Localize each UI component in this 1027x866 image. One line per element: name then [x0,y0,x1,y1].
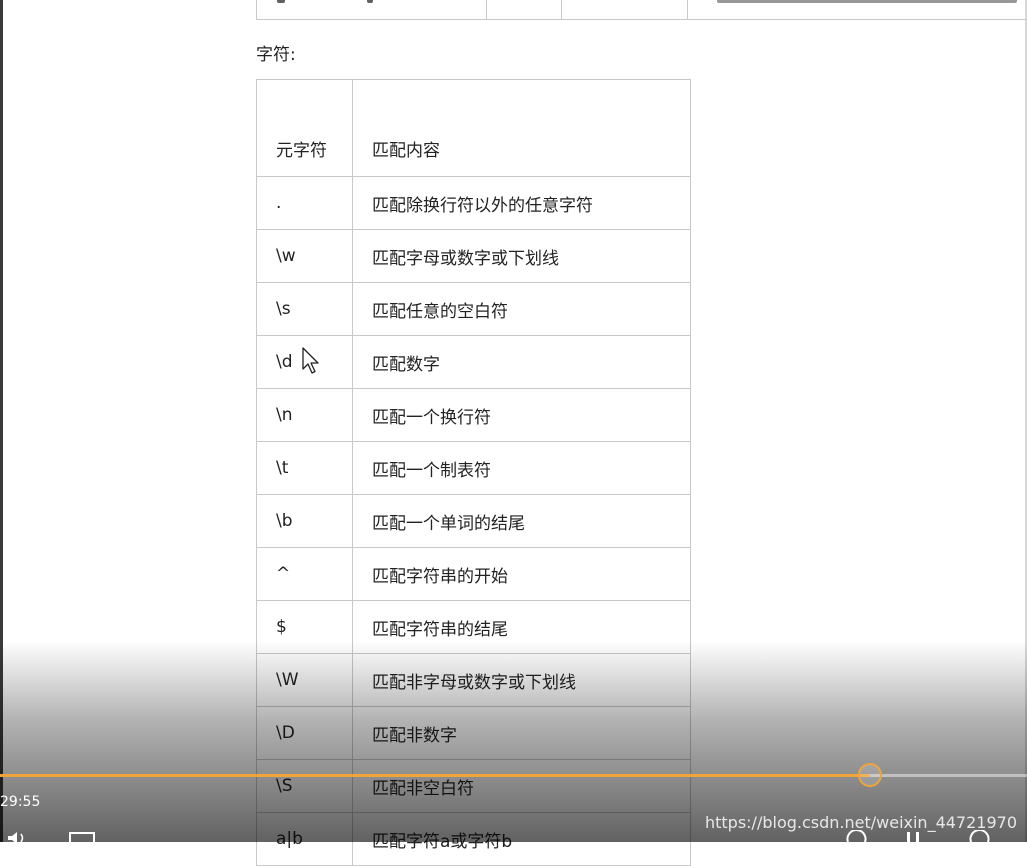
match-content-cell: 匹配数字 [352,335,691,389]
forward-icon[interactable] [966,829,994,850]
table-row: \w 匹配字母或数字或下划线 [256,229,691,283]
table-row: \b 匹配一个单词的结尾 [256,494,691,548]
table-row: \S 匹配非空白符 [256,759,691,813]
window-left-edge [0,0,3,842]
progress-fill [0,774,870,777]
cut-text-fragment [367,0,373,3]
cut-text-fragment [717,0,1017,3]
metachar-cell: \n [256,388,353,442]
metacharacter-table: 元字符 匹配内容 . 匹配除换行符以外的任意字符 \w 匹配字母或数字或下划线 \s 匹配… [256,79,691,866]
section-heading: 字符: [256,45,296,65]
table-row: a|b 匹配字符a或字符b [256,812,691,866]
header-match-content: 匹配内容 [352,79,691,177]
table-row: ^ 匹配字符串的开始 [256,547,691,601]
match-content-cell: 匹配一个换行符 [352,388,691,442]
match-content-cell: 匹配字母或数字或下划线 [352,229,691,283]
mouse-cursor-icon [302,347,319,374]
match-content-cell: 匹配除换行符以外的任意字符 [352,176,691,230]
volume-icon[interactable] [6,830,32,850]
metachar-cell: \W [256,653,353,707]
current-time: 29:55 [0,794,41,810]
metachar-cell: $ [256,600,353,654]
metachar-cell: \t [256,441,353,495]
table-divider [687,0,688,19]
table-row: $ 匹配字符串的结尾 [256,600,691,654]
progress-handle[interactable] [858,763,882,787]
metachar-cell: ^ [256,547,353,601]
match-content-cell: 匹配非数字 [352,706,691,760]
metachar-cell: \S [256,759,353,813]
match-content-cell: 匹配一个单词的结尾 [352,494,691,548]
match-content-cell: 匹配字符串的开始 [352,547,691,601]
metachar-cell: \b [256,494,353,548]
table-row: \n 匹配一个换行符 [256,388,691,442]
metachar-cell: \s [256,282,353,336]
table-row: \W 匹配非字母或数字或下划线 [256,653,691,707]
metachar-cell: \w [256,229,353,283]
metachar-cell: a|b [256,812,353,866]
match-content-cell: 匹配任意的空白符 [352,282,691,336]
table-row: \t 匹配一个制表符 [256,441,691,495]
table-row: \s 匹配任意的空白符 [256,282,691,336]
previous-table-fragment [256,0,1027,20]
table-row: . 匹配除换行符以外的任意字符 [256,176,691,230]
table-row: \D 匹配非数字 [256,706,691,760]
match-content-cell: 匹配非字母或数字或下划线 [352,653,691,707]
match-content-cell: 匹配一个制表符 [352,441,691,495]
table-header-row: 元字符 匹配内容 [256,79,691,177]
metachar-cell: . [256,176,353,230]
match-content-cell: 匹配字符串的结尾 [352,600,691,654]
table-row: \d 匹配数字 [256,335,691,389]
metachar-cell: \D [256,706,353,760]
match-content-cell: 匹配字符a或字符b [352,812,691,866]
pause-icon[interactable] [904,830,924,850]
rewind-icon[interactable] [842,829,870,850]
header-metachar: 元字符 [256,79,353,177]
cut-text-fragment [277,0,285,3]
table-divider [561,0,562,19]
fullscreen-icon[interactable] [68,830,96,850]
match-content-cell: 匹配非空白符 [352,759,691,813]
table-divider [486,0,487,19]
